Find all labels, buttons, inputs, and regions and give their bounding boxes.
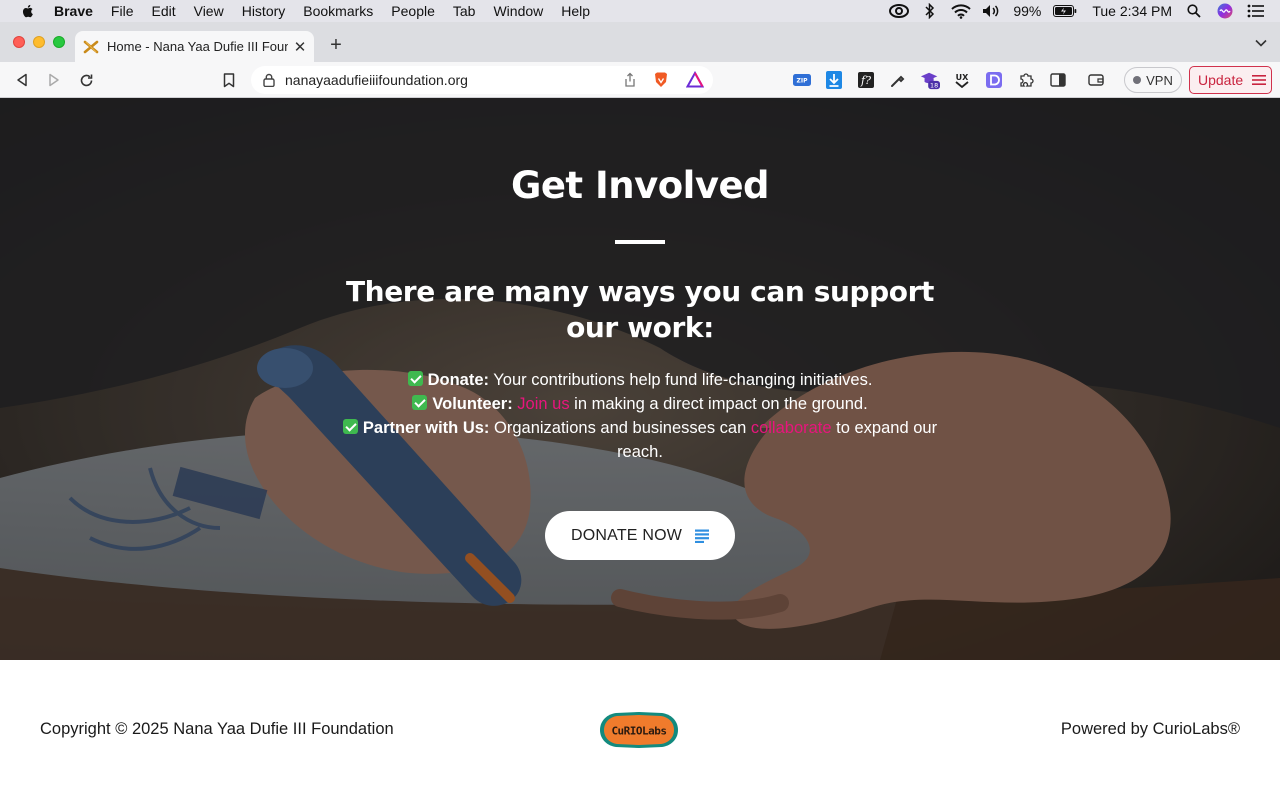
update-button[interactable]: Update bbox=[1189, 66, 1272, 94]
get-involved-section: Get Involved There are many ways you can… bbox=[0, 98, 1280, 660]
ways-to-support-list: Donate: Your contributions help fund lif… bbox=[340, 368, 940, 464]
wallet-icon[interactable] bbox=[1086, 70, 1106, 90]
lock-icon[interactable] bbox=[262, 73, 276, 87]
zip-extension-icon[interactable]: ZIP bbox=[792, 70, 812, 90]
copyright-text: Copyright © 2025 Nana Yaa Dufie III Foun… bbox=[40, 720, 394, 738]
spotlight-search-icon[interactable] bbox=[1184, 3, 1204, 19]
list-item-donate: Donate: Your contributions help fund lif… bbox=[340, 368, 940, 392]
hero-content: Get Involved There are many ways you can… bbox=[0, 98, 1280, 660]
download-extension-icon[interactable] bbox=[824, 70, 844, 90]
creative-cloud-icon[interactable] bbox=[889, 3, 910, 19]
menu-edit[interactable]: Edit bbox=[151, 3, 175, 19]
brave-rewards-icon[interactable] bbox=[686, 71, 704, 89]
menu-bookmarks[interactable]: Bookmarks bbox=[303, 3, 373, 19]
macos-menu-bar: Brave File Edit View History Bookmarks P… bbox=[0, 0, 1280, 22]
window-close-button[interactable] bbox=[13, 36, 25, 48]
battery-icon[interactable] bbox=[1053, 3, 1077, 19]
menu-view[interactable]: View bbox=[194, 3, 224, 19]
list-lines-icon bbox=[695, 529, 710, 543]
fonts-extension-icon[interactable]: f? bbox=[856, 70, 876, 90]
browser-tab-strip: Home - Nana Yaa Dufie III Foundation ✕ + bbox=[0, 22, 1280, 62]
way-text: Organizations and businesses can bbox=[489, 419, 751, 437]
url-text[interactable]: nanayaadufieiiifoundation.org bbox=[285, 72, 622, 88]
section-subtitle: There are many ways you can support our … bbox=[345, 275, 935, 344]
way-label: Donate: bbox=[427, 371, 489, 389]
checkmark-icon bbox=[412, 395, 428, 410]
svg-text:f?: f? bbox=[860, 74, 871, 87]
donate-now-button[interactable]: DONATE NOW bbox=[545, 511, 735, 560]
sidebar-toggle-icon[interactable] bbox=[1048, 70, 1068, 90]
title-divider bbox=[615, 240, 665, 244]
ux-extension-icon[interactable]: UX bbox=[952, 70, 972, 90]
window-minimize-button[interactable] bbox=[33, 36, 45, 48]
tab-title: Home - Nana Yaa Dufie III Foundation bbox=[107, 39, 288, 54]
siri-icon[interactable] bbox=[1215, 3, 1235, 19]
reload-button[interactable] bbox=[76, 70, 96, 90]
volume-icon[interactable] bbox=[982, 3, 1002, 19]
svg-text:ZIP: ZIP bbox=[797, 78, 809, 85]
eyedropper-extension-icon[interactable] bbox=[888, 70, 908, 90]
extension-badge: 18 bbox=[930, 82, 938, 89]
bluetooth-icon[interactable] bbox=[920, 3, 940, 19]
menu-help[interactable]: Help bbox=[561, 3, 590, 19]
way-label: Partner with Us: bbox=[362, 419, 490, 437]
vpn-status-dot bbox=[1133, 76, 1142, 84]
site-favicon-icon bbox=[83, 40, 99, 53]
tab-active[interactable]: Home - Nana Yaa Dufie III Foundation ✕ bbox=[75, 31, 314, 62]
way-text: in making a direct impact on the ground. bbox=[569, 395, 868, 413]
way-text: Your contributions help fund life-changi… bbox=[489, 371, 873, 389]
forward-button[interactable] bbox=[44, 70, 64, 90]
apple-icon[interactable] bbox=[20, 3, 36, 19]
grad-cap-extension-icon[interactable]: 18 bbox=[920, 70, 940, 90]
extensions-puzzle-icon[interactable] bbox=[1016, 70, 1036, 90]
tab-close-icon[interactable]: ✕ bbox=[292, 39, 308, 56]
curiolabs-logo[interactable]: CuRIOLabs bbox=[596, 710, 682, 750]
back-button[interactable] bbox=[12, 70, 32, 90]
list-item-volunteer: Volunteer: Join us in making a direct im… bbox=[340, 392, 940, 416]
menu-tab[interactable]: Tab bbox=[453, 3, 476, 19]
browser-toolbar: nanayaadufieiiifoundation.org ZIP f? 18 … bbox=[0, 62, 1280, 98]
hamburger-menu-icon bbox=[1252, 75, 1267, 85]
bookmark-icon[interactable] bbox=[219, 70, 239, 90]
section-title: Get Involved bbox=[510, 164, 770, 207]
address-bar[interactable]: nanayaadufieiiifoundation.org bbox=[251, 66, 713, 94]
share-icon[interactable] bbox=[622, 72, 638, 88]
powered-by-text[interactable]: Powered by CurioLabs® bbox=[1061, 720, 1240, 739]
list-item-partner: Partner with Us: Organizations and busin… bbox=[340, 416, 940, 464]
svg-text:UX: UX bbox=[956, 73, 969, 82]
menu-window[interactable]: Window bbox=[493, 3, 543, 19]
collaborate-link[interactable]: collaborate bbox=[751, 419, 832, 437]
menu-history[interactable]: History bbox=[242, 3, 286, 19]
svg-text:CuRIOLabs: CuRIOLabs bbox=[611, 725, 666, 738]
clock[interactable]: Tue 2:34 PM bbox=[1092, 3, 1172, 19]
menu-app-name[interactable]: Brave bbox=[54, 3, 93, 19]
site-footer: Copyright © 2025 Nana Yaa Dufie III Foun… bbox=[0, 660, 1280, 800]
join-us-link[interactable]: Join us bbox=[517, 395, 569, 413]
window-zoom-button[interactable] bbox=[53, 36, 65, 48]
checkmark-icon bbox=[407, 371, 423, 386]
d-extension-icon[interactable] bbox=[984, 70, 1004, 90]
wifi-icon[interactable] bbox=[951, 3, 972, 19]
new-tab-button[interactable]: + bbox=[326, 34, 346, 56]
control-center-icon[interactable] bbox=[1246, 3, 1266, 19]
chevron-down-icon[interactable] bbox=[1254, 36, 1268, 50]
menu-file[interactable]: File bbox=[111, 3, 134, 19]
vpn-label: VPN bbox=[1146, 72, 1173, 88]
vpn-button[interactable]: VPN bbox=[1124, 67, 1182, 93]
donate-button-label: DONATE NOW bbox=[570, 526, 683, 544]
update-label: Update bbox=[1198, 72, 1244, 88]
brave-shields-icon[interactable] bbox=[652, 71, 670, 89]
way-label: Volunteer: bbox=[432, 395, 513, 413]
menu-people[interactable]: People bbox=[391, 3, 435, 19]
checkmark-icon bbox=[342, 419, 358, 434]
battery-percent: 99% bbox=[1013, 3, 1042, 19]
